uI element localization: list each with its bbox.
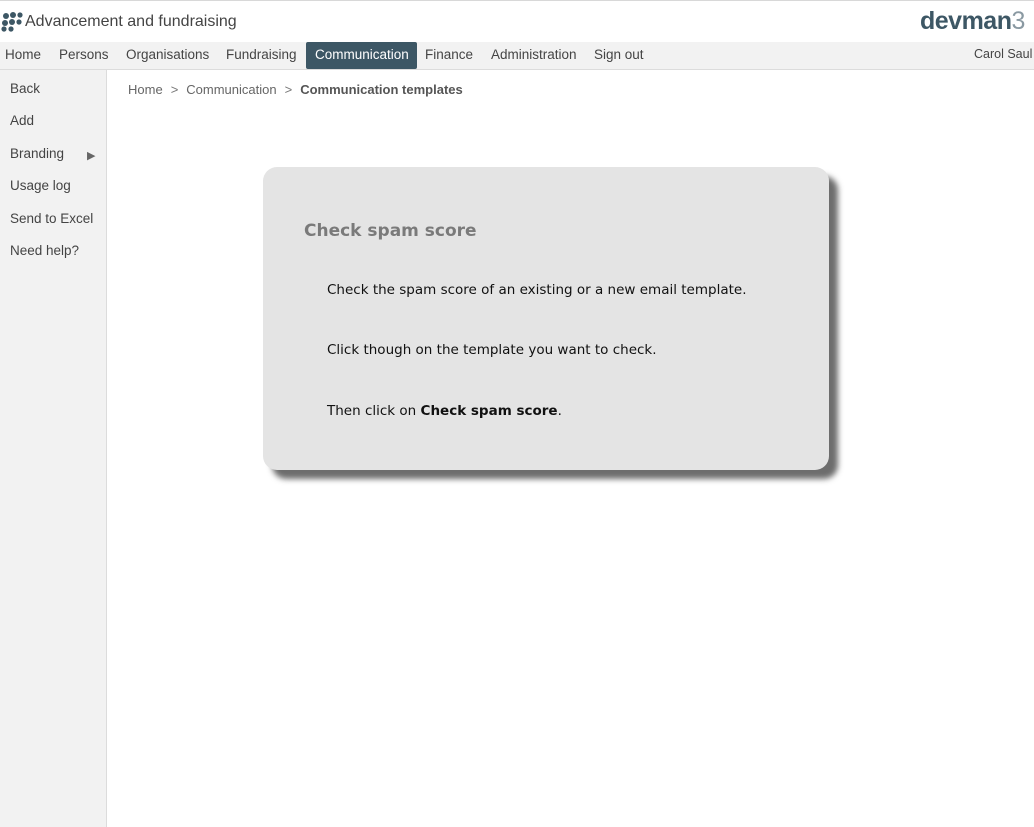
sidebar-item-back[interactable]: Back: [10, 81, 40, 96]
app-header: Advancement and fundraising devman3: [0, 0, 1034, 42]
nav-fundraising[interactable]: Fundraising: [221, 42, 302, 69]
brand-suffix: 3: [1011, 7, 1025, 35]
sidebar: Back Add Branding ▶ Usage log Send to Ex…: [0, 70, 107, 827]
nav-finance[interactable]: Finance: [420, 42, 478, 69]
brand-name: devman: [920, 7, 1012, 35]
info-title: Check spam score: [304, 221, 477, 241]
nav-persons[interactable]: Persons: [54, 42, 114, 69]
breadcrumb-home[interactable]: Home: [128, 82, 163, 97]
sidebar-item-send-to-excel[interactable]: Send to Excel: [10, 211, 93, 226]
info-line-3-prefix: Then click on: [327, 403, 421, 419]
nav-sign-out[interactable]: Sign out: [589, 42, 649, 69]
nav-communication[interactable]: Communication: [306, 42, 417, 69]
info-line-3-suffix: .: [557, 403, 562, 419]
submenu-arrow-icon[interactable]: ▶: [87, 149, 95, 162]
nav-organisations[interactable]: Organisations: [121, 42, 214, 69]
info-line-3: Then click on Check spam score.: [327, 403, 562, 419]
breadcrumb-current: Communication templates: [300, 82, 463, 97]
sidebar-item-add[interactable]: Add: [10, 113, 34, 128]
sidebar-item-usage-log[interactable]: Usage log: [10, 178, 71, 193]
sidebar-item-branding[interactable]: Branding: [10, 146, 64, 161]
breadcrumb-separator: >: [284, 82, 293, 97]
user-name[interactable]: Carol Saul: [974, 42, 1032, 67]
breadcrumb-separator: >: [170, 82, 179, 97]
breadcrumb: Home > Communication > Communication templat…: [128, 82, 463, 97]
nav-administration[interactable]: Administration: [486, 42, 582, 69]
info-line-3-bold: Check spam score: [420, 403, 558, 419]
info-line-2: Click though on the template you want to…: [327, 342, 657, 358]
brand-logo: devman3: [920, 7, 1025, 36]
help-info-box: Check spam score Check the spam score of…: [263, 167, 829, 470]
info-line-1: Check the spam score of an existing or a…: [327, 282, 747, 298]
app-title: Advancement and fundraising: [25, 13, 237, 30]
sidebar-item-need-help[interactable]: Need help?: [10, 243, 79, 258]
app-logo-icon: [1, 12, 23, 32]
main-nav: Home Persons Organisations Fundraising C…: [0, 42, 1034, 70]
nav-home[interactable]: Home: [0, 42, 46, 69]
breadcrumb-communication[interactable]: Communication: [186, 82, 276, 97]
